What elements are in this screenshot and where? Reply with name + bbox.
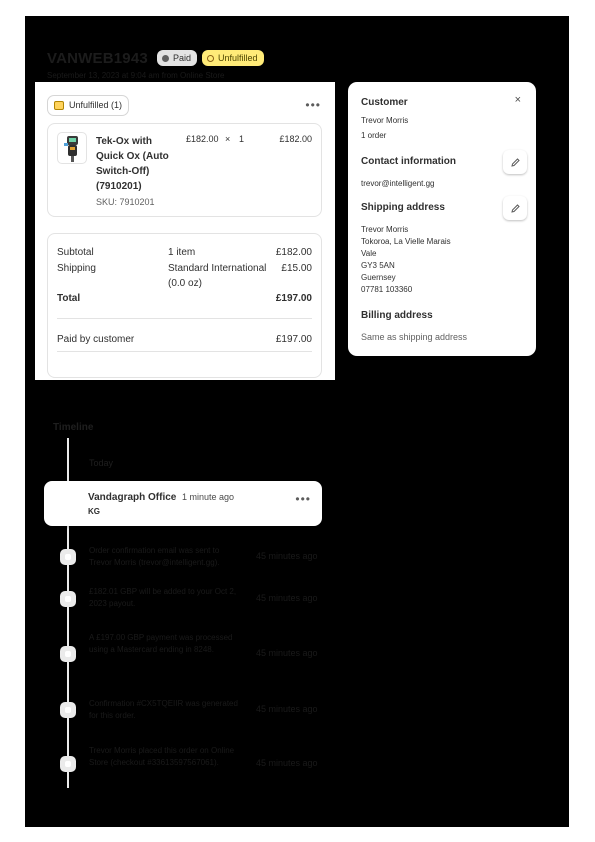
close-icon[interactable]: × <box>515 94 521 106</box>
timeline-event-text: Trevor Morris placed this order on Onlin… <box>89 746 235 767</box>
shipping-address-line: Trevor Morris <box>361 225 409 234</box>
timeline-event-text: Order confirmation email was sent to Tre… <box>89 546 220 567</box>
comment-author: Vandagraph Office <box>88 492 177 503</box>
shipping-weight: (0.0 oz) <box>168 278 202 289</box>
comment-text: KG <box>88 507 100 516</box>
comment-time: 1 minute ago <box>182 492 235 502</box>
summary-divider <box>57 351 312 352</box>
product-image-icon <box>64 136 78 162</box>
timeline-date-heading: Today <box>89 458 114 468</box>
timeline-event-time: 45 minutes ago <box>256 648 318 658</box>
payment-summary: Subtotal 1 item £182.00 Shipping Standar… <box>47 233 322 378</box>
subtotal-detail: 1 item <box>168 247 196 258</box>
customer-order-count[interactable]: 1 order <box>361 130 386 142</box>
customer-name-link[interactable]: Trevor Morris <box>361 115 408 127</box>
total-value: £197.00 <box>275 293 312 304</box>
shipping-address-title: Shipping address <box>361 202 445 213</box>
unfulfilled-chip-label: Unfulfilled (1) <box>69 100 123 110</box>
unfulfilled-dot-icon <box>207 54 214 62</box>
customer-card: Customer × Trevor Morris 1 order Contact… <box>348 82 536 356</box>
line-total: £182.00 <box>279 134 312 144</box>
summary-divider <box>57 318 312 319</box>
timeline-event-text: Confirmation #CX5TQEIIR was generated fo… <box>89 699 238 720</box>
total-label: Total <box>57 293 81 304</box>
timeline-event-text[interactable]: A £197.00 GBP payment was processed usin… <box>89 632 239 656</box>
shipping-address-line: Vale <box>361 249 377 258</box>
edit-shipping-address-button[interactable] <box>503 196 527 220</box>
shipping-phone: 07781 103360 <box>361 285 413 294</box>
paid-by-customer-value: £197.00 <box>275 334 312 345</box>
more-actions-icon[interactable]: ••• <box>305 99 321 111</box>
product-name-link[interactable]: Tek-Ox with Quick Ox (Auto Switch-Off) (… <box>96 134 176 194</box>
timeline-event-time: 45 minutes ago <box>256 704 318 714</box>
timeline-event-icon <box>60 591 76 607</box>
unit-price: £182.00 <box>186 134 219 144</box>
timeline-title: Timeline <box>53 422 94 433</box>
unfulfilled-badge-label: Unfulfilled <box>218 53 258 63</box>
paid-status-badge: Paid <box>157 50 198 66</box>
customer-title: Customer <box>361 97 408 108</box>
shipping-address-line: Tokoroa, La Vielle Marais <box>361 237 451 246</box>
fulfillment-card: Unfulfilled (1) ••• Tek-Ox with Quick Ox… <box>35 82 335 380</box>
paid-badge-label: Paid <box>173 53 192 63</box>
contact-information-title: Contact information <box>361 156 456 167</box>
order-date-source: September 13, 2023 at 9:04 am from Onlin… <box>47 71 225 80</box>
pencil-icon <box>510 203 520 213</box>
timeline-event-icon <box>60 756 76 772</box>
unfulfilled-status-badge: Unfulfilled <box>202 50 264 66</box>
quantity: 1 <box>239 134 245 144</box>
page-canvas: VANWEB1943 Paid Unfulfilled September 13… <box>25 16 569 827</box>
shipping-value: £15.00 <box>281 263 312 274</box>
subtotal-label: Subtotal <box>57 247 94 258</box>
customer-email-link[interactable]: trevor@intelligent.gg <box>361 178 435 190</box>
billing-address-title: Billing address <box>361 310 433 321</box>
billing-address-text: Same as shipping address <box>361 332 468 342</box>
shipping-method: Standard International <box>168 263 267 274</box>
edit-contact-button[interactable] <box>503 150 527 174</box>
comment-more-icon[interactable]: ••• <box>295 493 311 505</box>
multiply-sign: × <box>225 134 231 144</box>
timeline-event-icon <box>60 646 76 662</box>
product-sku: SKU: 7910201 <box>96 197 155 207</box>
shipping-address-line: GY3 5AN <box>361 261 395 270</box>
paid-by-customer-label: Paid by customer <box>57 334 135 345</box>
line-item: Tek-Ox with Quick Ox (Auto Switch-Off) (… <box>47 123 322 217</box>
product-thumbnail[interactable] <box>57 132 87 164</box>
timeline-event-time: 45 minutes ago <box>256 593 318 603</box>
timeline-event-time: 45 minutes ago <box>256 551 318 561</box>
timeline-comment: Vandagraph Office 1 minute ago KG ••• <box>44 481 322 526</box>
subtotal-value: £182.00 <box>275 247 312 258</box>
timeline-event-icon <box>60 702 76 718</box>
package-icon <box>54 101 64 110</box>
timeline-event-icon <box>60 549 76 565</box>
unfulfilled-chip[interactable]: Unfulfilled (1) <box>47 95 130 116</box>
timeline-event-text[interactable]: £182.01 GBP will be added to your Oct 2,… <box>89 586 239 610</box>
order-title: VANWEB1943 <box>47 50 148 67</box>
shipping-address-line: Guernsey <box>361 273 396 282</box>
paid-dot-icon <box>162 54 169 62</box>
shipping-label: Shipping <box>57 263 96 274</box>
timeline-event-time: 45 minutes ago <box>256 758 318 768</box>
pencil-icon <box>510 157 520 167</box>
